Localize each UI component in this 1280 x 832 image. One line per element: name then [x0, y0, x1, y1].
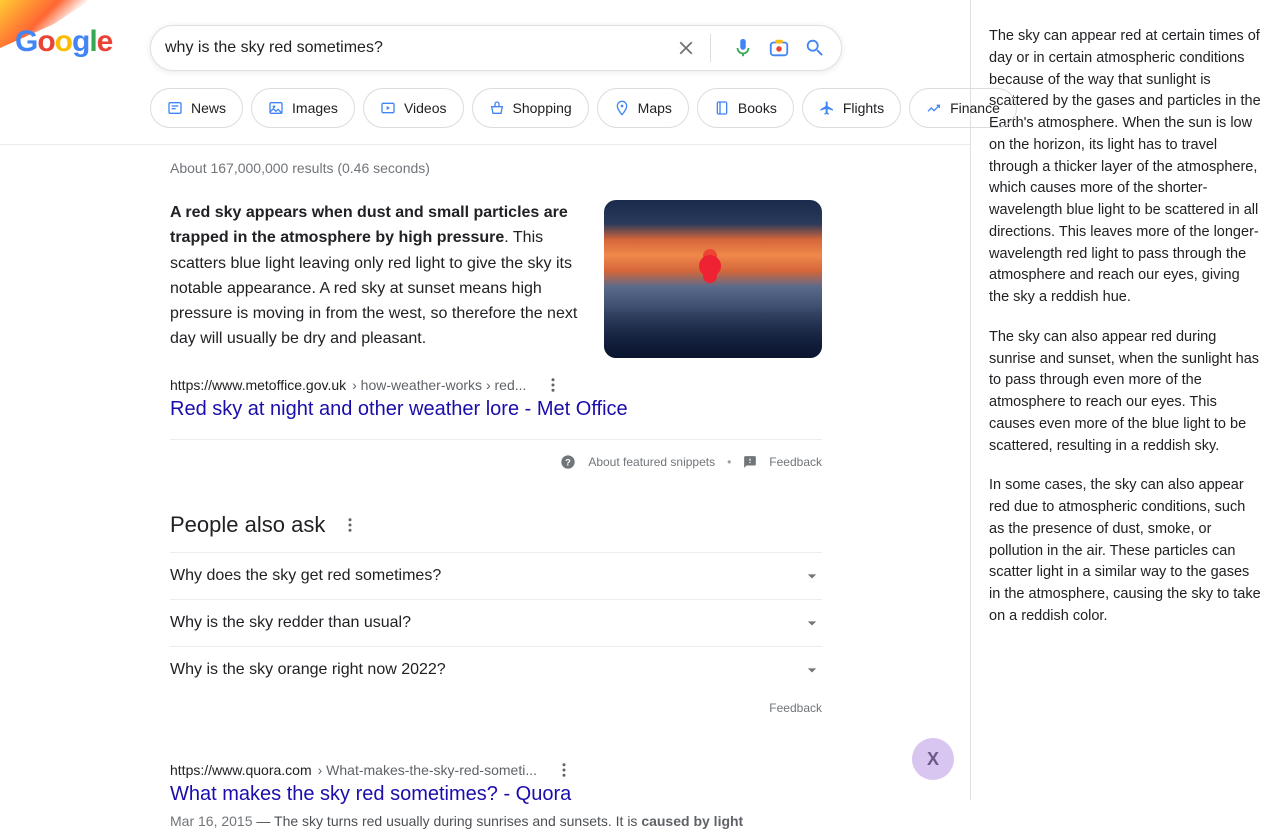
chip-label: Videos: [404, 100, 447, 116]
paa-item[interactable]: Why is the sky redder than usual?: [170, 599, 822, 646]
sidebar-paragraph: The sky can appear red at certain times …: [989, 26, 1262, 309]
paa-item[interactable]: Why does the sky get red sometimes?: [170, 552, 822, 599]
result-date: Mar 16, 2015: [170, 813, 253, 829]
paa-heading: People also ask: [170, 512, 325, 538]
cite-path: › What-makes-the-sky-red-someti...: [318, 762, 537, 778]
result-title[interactable]: What makes the sky red sometimes? - Quor…: [170, 783, 822, 806]
chip-label: Finance: [950, 100, 1000, 116]
paa-question: Why is the sky orange right now 2022?: [170, 661, 446, 679]
header-divider: [0, 144, 970, 145]
main-column: Google News Images Videos Shopping Maps: [0, 0, 970, 800]
search-bar[interactable]: [150, 25, 842, 71]
cite-path: › how-weather-works › red...: [352, 377, 526, 393]
cite-url: https://www.metoffice.gov.uk: [170, 377, 346, 393]
paa-item[interactable]: Why is the sky orange right now 2022?: [170, 646, 822, 693]
chip-label: Images: [292, 100, 338, 116]
chip-finance[interactable]: Finance: [909, 88, 1017, 128]
chip-label: Shopping: [513, 100, 572, 116]
google-logo[interactable]: Google: [15, 25, 112, 59]
chip-label: Maps: [638, 100, 672, 116]
chip-maps[interactable]: Maps: [597, 88, 689, 128]
paa-question: Why is the sky redder than usual?: [170, 614, 411, 632]
search-icon[interactable]: [803, 36, 827, 60]
chevron-down-icon: [802, 613, 822, 633]
chip-images[interactable]: Images: [251, 88, 355, 128]
filter-chips: News Images Videos Shopping Maps Books F…: [150, 88, 1017, 128]
featured-snippet: A red sky appears when dust and small pa…: [170, 200, 822, 358]
chip-flights[interactable]: Flights: [802, 88, 901, 128]
sidebar-paragraph: The sky can also appear red during sunri…: [989, 327, 1262, 458]
feedback-link[interactable]: Feedback: [769, 455, 822, 469]
result-cite: https://www.metoffice.gov.uk › how-weath…: [170, 376, 822, 394]
chip-news[interactable]: News: [150, 88, 243, 128]
result-description: Mar 16, 2015 — The sky turns red usually…: [170, 810, 822, 832]
featured-text: A red sky appears when dust and small pa…: [170, 200, 584, 358]
svg-text:?: ?: [565, 457, 571, 467]
more-icon[interactable]: [555, 761, 573, 779]
snippet-footer: ? About featured snippets • Feedback: [170, 439, 822, 470]
result-title[interactable]: Red sky at night and other weather lore …: [170, 398, 822, 421]
about-snippets-link[interactable]: About featured snippets: [588, 455, 715, 469]
camera-icon[interactable]: [767, 36, 791, 60]
featured-rest: . This scatters blue light leaving only …: [170, 229, 577, 347]
featured-image[interactable]: [604, 200, 822, 358]
result-cite: https://www.quora.com › What-makes-the-s…: [170, 761, 822, 779]
chip-label: Flights: [843, 100, 884, 116]
chip-label: News: [191, 100, 226, 116]
people-also-ask: People also ask Why does the sky get red…: [170, 512, 822, 715]
more-icon[interactable]: [341, 516, 359, 534]
search-result: https://www.quora.com › What-makes-the-s…: [170, 761, 822, 832]
info-icon: ?: [560, 454, 576, 470]
clear-icon[interactable]: [674, 36, 698, 60]
cite-url: https://www.quora.com: [170, 762, 312, 778]
divider: [710, 34, 711, 62]
mic-icon[interactable]: [731, 36, 755, 60]
sidebar-paragraph: In some cases, the sky can also appear r…: [989, 475, 1262, 627]
chevron-down-icon: [802, 566, 822, 586]
paa-question: Why does the sky get red sometimes?: [170, 567, 441, 585]
paa-feedback-link[interactable]: Feedback: [170, 701, 822, 715]
search-input[interactable]: [165, 39, 662, 57]
chip-books[interactable]: Books: [697, 88, 794, 128]
assistant-fab[interactable]: X: [912, 738, 954, 780]
chip-shopping[interactable]: Shopping: [472, 88, 589, 128]
chip-videos[interactable]: Videos: [363, 88, 464, 128]
chevron-down-icon: [802, 660, 822, 680]
chip-label: Books: [738, 100, 777, 116]
result-stats: About 167,000,000 results (0.46 seconds): [170, 160, 822, 176]
more-icon[interactable]: [544, 376, 562, 394]
feedback-icon: [743, 455, 757, 469]
